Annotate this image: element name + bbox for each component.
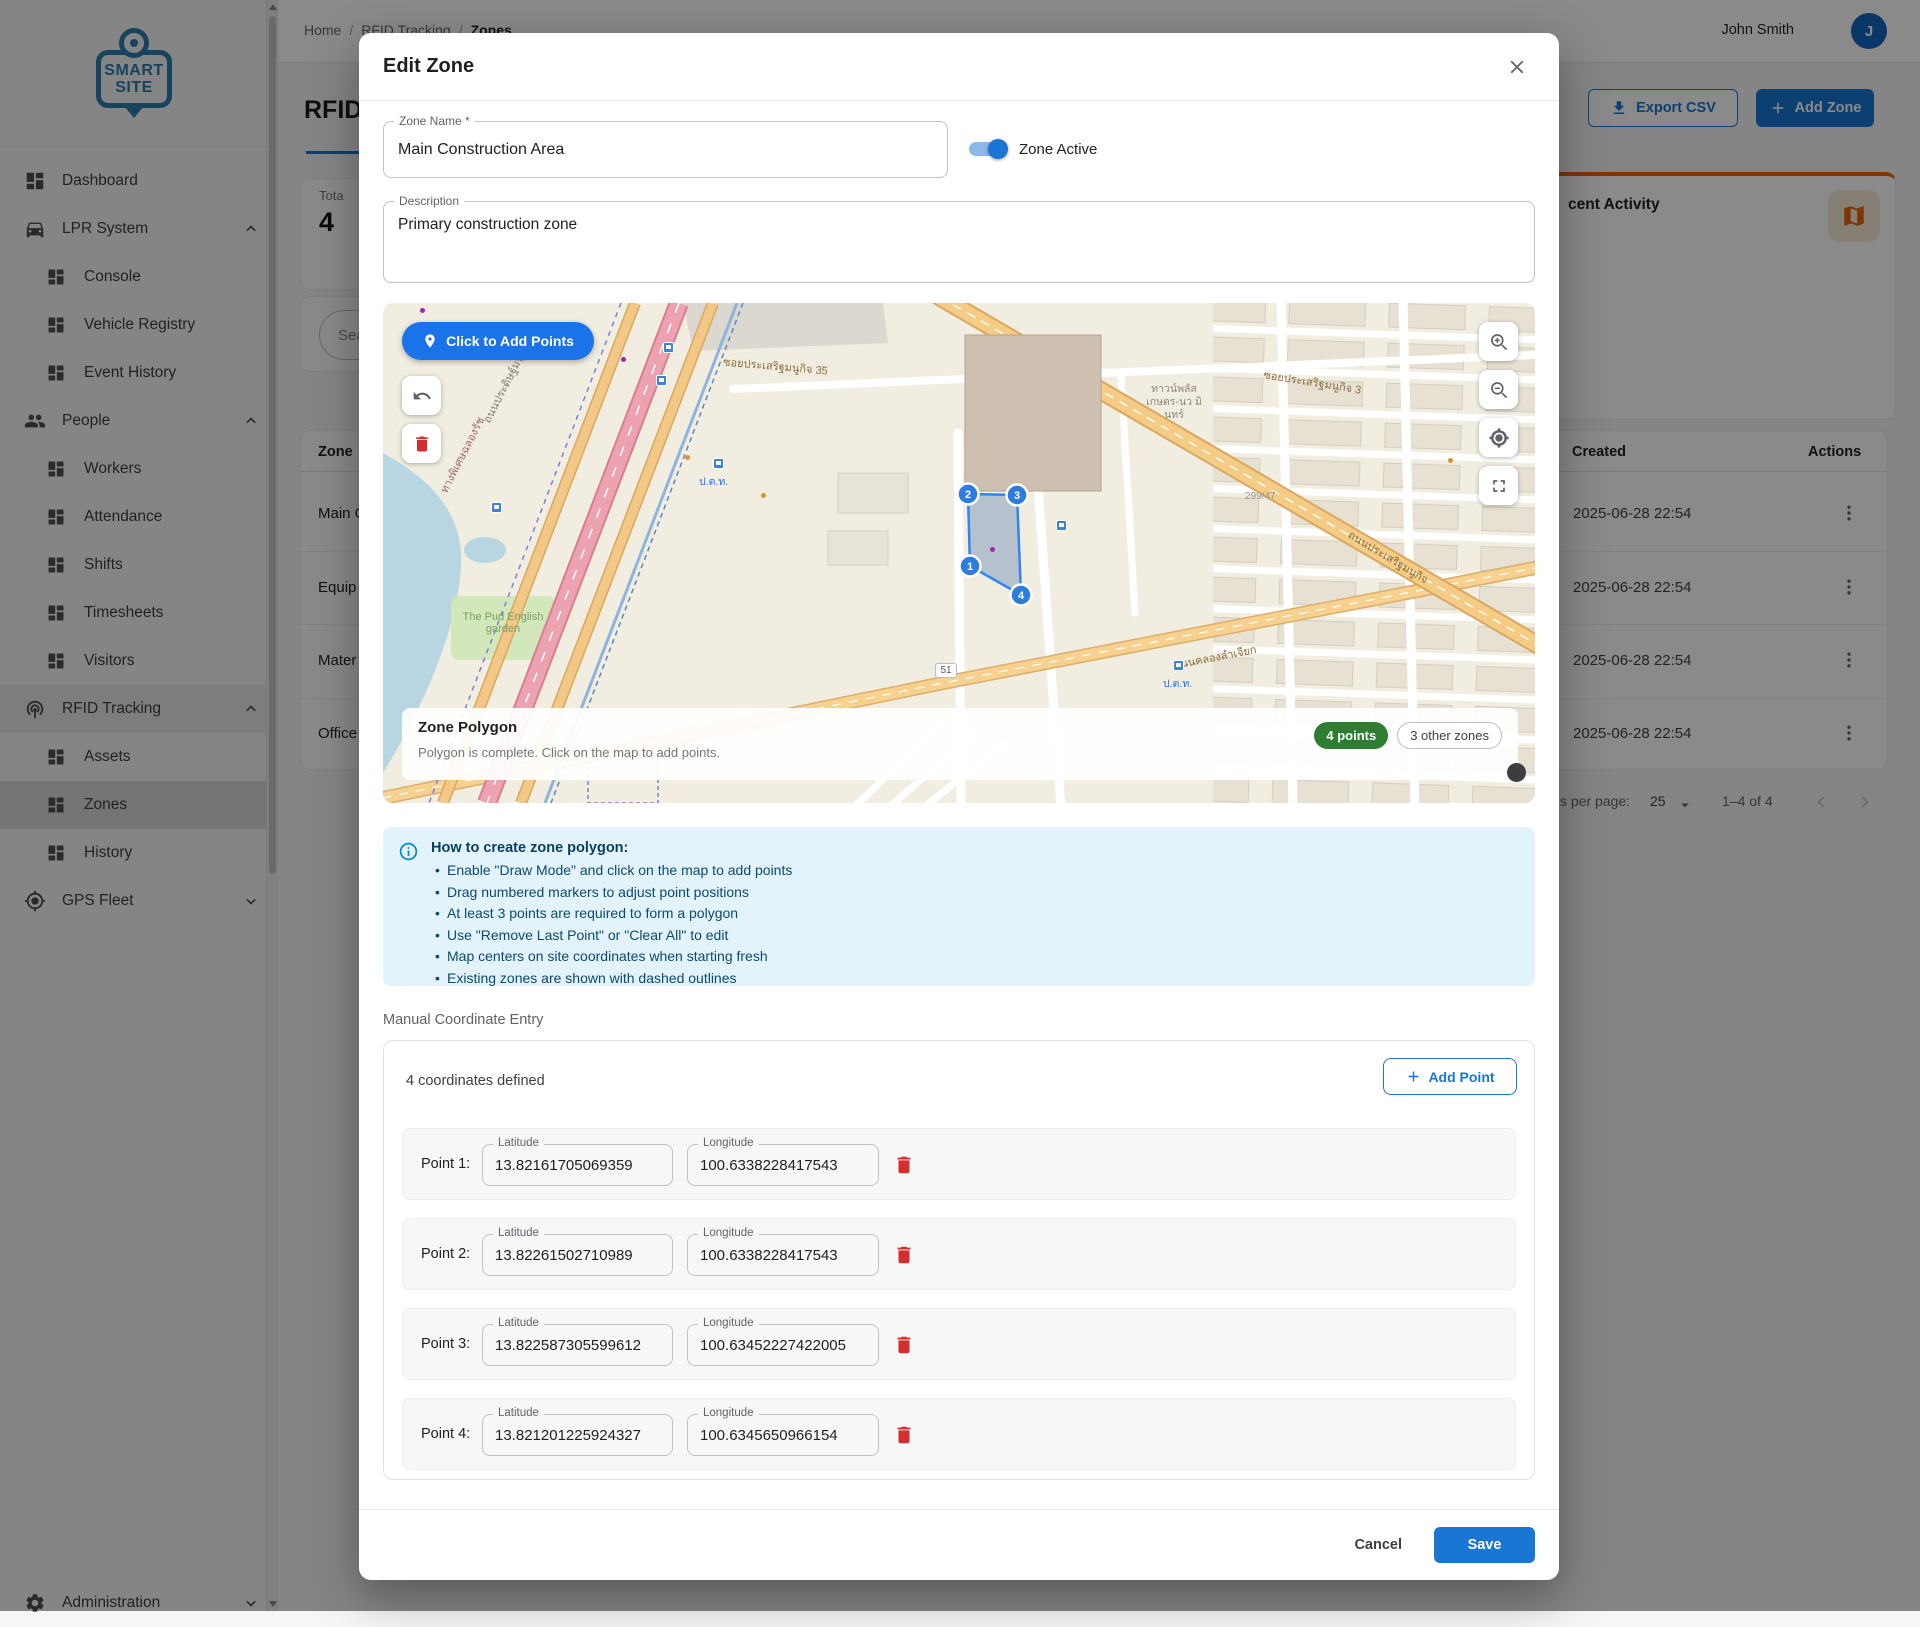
delete-point-button[interactable]	[893, 1244, 915, 1266]
map-label-garden: The Pud English garden	[461, 611, 545, 635]
coordinates-panel: 4 coordinates defined Add Point Point 1:…	[383, 1040, 1535, 1480]
gas-station-icon	[1173, 660, 1184, 671]
click-to-add-points-button[interactable]: Click to Add Points	[402, 322, 594, 360]
zoom-in-button[interactable]	[1479, 322, 1518, 361]
edit-zone-modal: Edit Zone Zone Name * Zone Active Descri…	[359, 33, 1559, 1580]
svg-text:2: 2	[965, 489, 971, 501]
cancel-button[interactable]: Cancel	[1340, 1528, 1416, 1562]
latitude-input[interactable]	[483, 1145, 672, 1185]
delete-point-button[interactable]	[893, 1424, 915, 1446]
map-label-address: 299/47	[1245, 491, 1276, 502]
svg-text:4: 4	[1018, 590, 1025, 602]
longitude-input[interactable]	[688, 1325, 878, 1365]
poi-dot	[621, 357, 626, 362]
latitude-field[interactable]: Latitude	[482, 1324, 673, 1366]
modal-header: Edit Zone	[359, 33, 1559, 101]
longitude-field[interactable]: Longitude	[687, 1144, 879, 1186]
modal-title: Edit Zone	[383, 55, 474, 78]
zone-name-input[interactable]	[384, 122, 947, 177]
points-count-badge: 4 points	[1314, 722, 1388, 749]
clear-all-button[interactable]	[402, 424, 441, 463]
close-button[interactable]	[1501, 51, 1533, 83]
map-tan-building	[965, 335, 1101, 491]
svg-text:3: 3	[1014, 490, 1020, 502]
undo-icon	[412, 386, 432, 406]
point-row-4: Point 4: Latitude Longitude	[402, 1398, 1516, 1470]
latitude-input[interactable]	[483, 1325, 672, 1365]
manual-coordinate-entry-label: Manual Coordinate Entry	[383, 1012, 1535, 1028]
latitude-field[interactable]: Latitude	[482, 1144, 673, 1186]
poi-dot	[761, 493, 766, 498]
trash-icon	[412, 434, 432, 454]
bus-stop-icon	[1056, 520, 1067, 531]
modal-body: Zone Name * Zone Active Description Prim…	[359, 101, 1559, 1509]
map-attribution-toggle[interactable]	[1507, 763, 1526, 782]
info-icon	[398, 841, 419, 862]
instructions-title: How to create zone polygon:	[431, 840, 1519, 856]
bus-stop-icon	[656, 375, 667, 386]
save-button[interactable]: Save	[1434, 1527, 1535, 1563]
description-value: Primary construction zone	[384, 202, 1534, 248]
zone-polygon-title: Zone Polygon	[418, 719, 720, 736]
map-label-gas-station2: ป.ต.ท.	[1163, 675, 1192, 692]
delete-point-button[interactable]	[893, 1334, 915, 1356]
bus-stop-icon	[663, 342, 674, 353]
zone-name-field[interactable]: Zone Name *	[383, 121, 948, 178]
zoom-out-button[interactable]	[1479, 370, 1518, 409]
gas-station-icon	[713, 458, 724, 469]
locate-button[interactable]	[1479, 418, 1518, 457]
undo-button[interactable]	[402, 376, 441, 415]
zone-map[interactable]: 2 3 1 4 ซอยประเสริฐมนูกิจ 35 ซอยประเสริฐ…	[383, 303, 1535, 803]
zone-active-label: Zone Active	[1019, 141, 1097, 158]
longitude-field[interactable]: Longitude	[687, 1234, 879, 1276]
fullscreen-icon	[1489, 476, 1509, 496]
poi-dot	[420, 308, 425, 313]
add-point-button[interactable]: Add Point	[1383, 1058, 1517, 1095]
zone-polygon-status: Polygon is complete. Click on the map to…	[418, 745, 720, 760]
latitude-field[interactable]: Latitude	[482, 1234, 673, 1276]
close-icon	[1506, 56, 1528, 78]
instructions-box: How to create zone polygon: Enable "Draw…	[383, 827, 1535, 986]
zone-active-toggle[interactable]	[969, 142, 1005, 156]
bus-stop-icon	[491, 502, 502, 513]
fullscreen-button[interactable]	[1479, 466, 1518, 505]
map-label-gas-station: ป.ต.ท.	[699, 473, 728, 490]
route-shield-51: 51	[935, 663, 957, 678]
zone-active-toggle-wrap: Zone Active	[969, 131, 1097, 167]
poi-dot	[685, 455, 690, 460]
zone-name-label: Zone Name *	[394, 114, 475, 128]
point-row-2: Point 2: Latitude Longitude	[402, 1218, 1516, 1290]
description-field[interactable]: Description Primary construction zone	[383, 201, 1535, 283]
svg-text:1: 1	[967, 561, 973, 573]
point-row-3: Point 3: Latitude Longitude	[402, 1308, 1516, 1380]
map-label-town: ทาวน์พลัส เกษตร-นว มินทร์	[1141, 383, 1207, 422]
other-zones-badge: 3 other zones	[1397, 722, 1502, 749]
zoom-out-icon	[1489, 380, 1509, 400]
longitude-input[interactable]	[688, 1415, 878, 1455]
latitude-input[interactable]	[483, 1415, 672, 1455]
zone-polygon-panel: Zone Polygon Polygon is complete. Click …	[402, 708, 1518, 780]
plus-icon	[1405, 1068, 1422, 1085]
longitude-input[interactable]	[688, 1235, 878, 1275]
coordinates-count: 4 coordinates defined	[406, 1073, 545, 1089]
delete-point-button[interactable]	[893, 1154, 915, 1176]
longitude-field[interactable]: Longitude	[687, 1414, 879, 1456]
poi-dot	[1448, 458, 1453, 463]
instructions-list: Enable "Draw Mode" and click on the map …	[431, 860, 1519, 989]
latitude-field[interactable]: Latitude	[482, 1414, 673, 1456]
longitude-field[interactable]: Longitude	[687, 1324, 879, 1366]
location-pin-icon	[422, 333, 438, 349]
point-row-1: Point 1: Latitude Longitude	[402, 1128, 1516, 1200]
longitude-input[interactable]	[688, 1145, 878, 1185]
modal-footer: Cancel Save	[359, 1509, 1559, 1580]
zoom-in-icon	[1489, 332, 1509, 352]
locate-target-icon	[1489, 428, 1509, 448]
latitude-input[interactable]	[483, 1235, 672, 1275]
description-label: Description	[394, 194, 464, 208]
poi-dot	[990, 547, 995, 552]
